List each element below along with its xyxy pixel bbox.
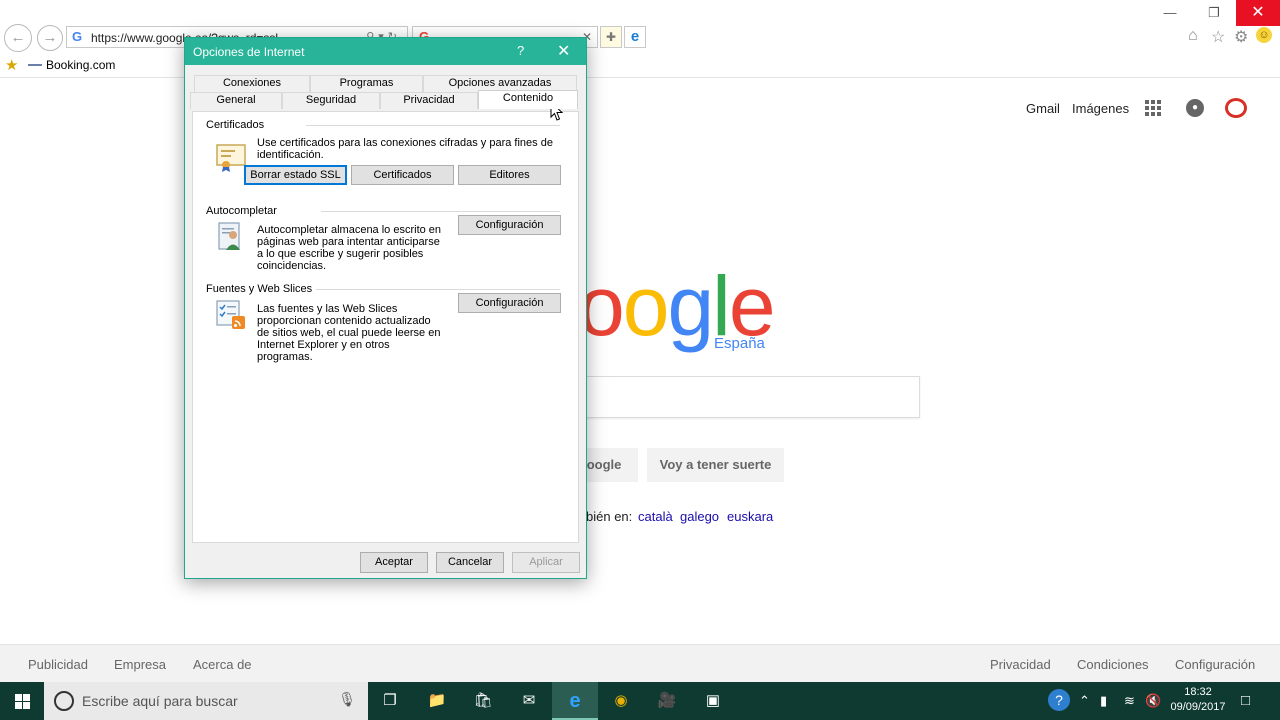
volume-muted-icon[interactable]: 🔇 bbox=[1145, 693, 1161, 709]
account-avatar[interactable] bbox=[1225, 98, 1247, 118]
language-prefix: bién en: bbox=[586, 509, 633, 524]
cancel-button[interactable]: Cancelar bbox=[436, 552, 504, 573]
language-link-euskara[interactable]: euskara bbox=[727, 509, 773, 524]
clock-date: 09/09/2017 bbox=[1170, 701, 1226, 713]
screen-recorder-icon[interactable]: ▣ bbox=[701, 689, 725, 713]
feeds-settings-button[interactable]: Configuración bbox=[458, 293, 561, 313]
start-button[interactable] bbox=[0, 682, 44, 720]
notifications-bell-icon[interactable]: ● bbox=[1186, 99, 1204, 117]
video-editor-icon[interactable]: 🎥 bbox=[655, 689, 679, 713]
back-button[interactable]: ← bbox=[4, 24, 32, 52]
file-explorer-icon[interactable]: 📁 bbox=[425, 689, 449, 713]
feeds-icon bbox=[216, 300, 245, 329]
dialog-close-button[interactable]: ✕ bbox=[557, 41, 570, 61]
tab-contenido[interactable]: Contenido bbox=[478, 90, 578, 109]
dialog-titlebar[interactable]: Opciones de Internet ? ✕ bbox=[185, 38, 586, 65]
footer-link-empresa[interactable]: Empresa bbox=[114, 657, 166, 672]
favorite-link-booking[interactable]: Booking.com bbox=[46, 58, 115, 72]
taskbar-search[interactable]: Escribe aquí para buscar 🎙 bbox=[44, 682, 368, 720]
tab-conexiones[interactable]: Conexiones bbox=[194, 75, 310, 92]
autocomplete-description: Autocompletar almacena lo escrito en pág… bbox=[257, 224, 442, 272]
certificates-divider bbox=[306, 125, 560, 126]
logo-region: España bbox=[714, 335, 765, 352]
ie-tab-icon[interactable]: e bbox=[624, 26, 646, 48]
close-window-button[interactable]: ✕ bbox=[1236, 0, 1280, 26]
tab-privacidad[interactable]: Privacidad bbox=[380, 92, 478, 109]
microphone-icon[interactable]: 🎙 bbox=[338, 691, 356, 708]
ok-button[interactable]: Aceptar bbox=[360, 552, 428, 573]
autocomplete-divider bbox=[321, 211, 560, 212]
autocomplete-icon bbox=[218, 222, 240, 250]
wifi-icon[interactable]: ≋ bbox=[1124, 693, 1135, 709]
apply-button[interactable]: Aplicar bbox=[512, 552, 580, 573]
autocomplete-settings-button[interactable]: Configuración bbox=[458, 215, 561, 235]
language-link-catala[interactable]: català bbox=[638, 509, 673, 524]
content-tab-panel: Certificados Use certificados para las c… bbox=[192, 111, 579, 543]
google-favicon-icon: G bbox=[72, 29, 83, 44]
battery-icon[interactable]: ▮ bbox=[1100, 693, 1107, 709]
favorites-star-icon[interactable]: ☆ bbox=[1211, 27, 1225, 47]
forward-button[interactable]: → bbox=[37, 25, 63, 51]
footer-link-acerca[interactable]: Acerca de bbox=[193, 657, 252, 672]
windows-logo-icon bbox=[15, 694, 30, 709]
new-tab-button[interactable]: ✚ bbox=[600, 26, 622, 48]
publishers-button[interactable]: Editores bbox=[458, 165, 561, 185]
dialog-title: Opciones de Internet bbox=[193, 45, 305, 59]
gear-icon[interactable]: ⚙ bbox=[1234, 27, 1248, 47]
feedback-smiley-icon[interactable]: ☺ bbox=[1256, 27, 1272, 43]
certificates-button[interactable]: Certificados bbox=[351, 165, 454, 185]
minimize-button[interactable]: — bbox=[1148, 0, 1192, 26]
footer-link-configuracion[interactable]: Configuración bbox=[1175, 657, 1255, 672]
booking-favicon-icon bbox=[28, 64, 42, 66]
gmail-link[interactable]: Gmail bbox=[1026, 101, 1060, 116]
chrome-icon[interactable]: ◉ bbox=[609, 689, 633, 713]
feeds-divider bbox=[302, 289, 560, 290]
tab-programas[interactable]: Programas bbox=[310, 75, 423, 92]
dialog-help-button[interactable]: ? bbox=[517, 43, 524, 58]
help-icon[interactable]: ? bbox=[1048, 689, 1070, 711]
task-view-icon[interactable]: ❐ bbox=[378, 689, 402, 713]
footer-link-condiciones[interactable]: Condiciones bbox=[1077, 657, 1149, 672]
taskbar-search-placeholder: Escribe aquí para buscar bbox=[82, 693, 238, 709]
google-footer: Publicidad Empresa Acerca de Privacidad … bbox=[0, 644, 1280, 682]
google-search-input[interactable] bbox=[560, 376, 920, 418]
mail-icon[interactable]: ✉ bbox=[517, 689, 541, 713]
internet-options-dialog: Opciones de Internet ? ✕ Conexiones Prog… bbox=[184, 37, 587, 579]
tab-row-front: General Seguridad Privacidad Contenido bbox=[190, 90, 580, 109]
clock-time: 18:32 bbox=[1184, 686, 1212, 698]
favorites-add-icon[interactable]: ★ bbox=[5, 56, 18, 74]
tab-general[interactable]: General bbox=[190, 92, 282, 109]
clear-ssl-state-button[interactable]: Borrar estado SSL bbox=[244, 165, 347, 185]
certificate-icon bbox=[216, 144, 246, 172]
feeling-lucky-button[interactable]: Voy a tener suerte bbox=[647, 448, 784, 482]
restore-button[interactable]: ❐ bbox=[1192, 0, 1236, 26]
feeds-description: Las fuentes y las Web Slices proporciona… bbox=[257, 303, 441, 363]
footer-link-publicidad[interactable]: Publicidad bbox=[28, 657, 88, 672]
images-link[interactable]: Imágenes bbox=[1072, 101, 1129, 116]
autocomplete-title: Autocompletar bbox=[206, 205, 281, 217]
taskbar-clock[interactable]: 18:32 09/09/2017 bbox=[1166, 685, 1230, 715]
home-icon[interactable]: ⌂ bbox=[1188, 27, 1198, 45]
feeds-title: Fuentes y Web Slices bbox=[206, 283, 317, 295]
store-icon[interactable]: 🛍 bbox=[471, 689, 495, 713]
tab-seguridad[interactable]: Seguridad bbox=[282, 92, 380, 109]
certificates-title: Certificados bbox=[206, 119, 269, 131]
language-link-galego[interactable]: galego bbox=[680, 509, 719, 524]
dialog-body: Conexiones Programas Opciones avanzadas … bbox=[185, 65, 586, 578]
internet-explorer-icon[interactable]: e bbox=[563, 689, 587, 713]
apps-grid-icon[interactable] bbox=[1145, 100, 1161, 116]
action-center-icon[interactable]: □ bbox=[1241, 692, 1250, 709]
cortana-icon bbox=[54, 691, 74, 711]
certificates-description: Use certificados para las conexiones cif… bbox=[257, 137, 553, 161]
footer-link-privacidad[interactable]: Privacidad bbox=[990, 657, 1051, 672]
chevron-up-icon[interactable]: ⌃ bbox=[1079, 693, 1090, 709]
windows-taskbar: Escribe aquí para buscar 🎙 ❐ 📁 🛍 ✉ e ◉ 🎥… bbox=[0, 682, 1280, 720]
